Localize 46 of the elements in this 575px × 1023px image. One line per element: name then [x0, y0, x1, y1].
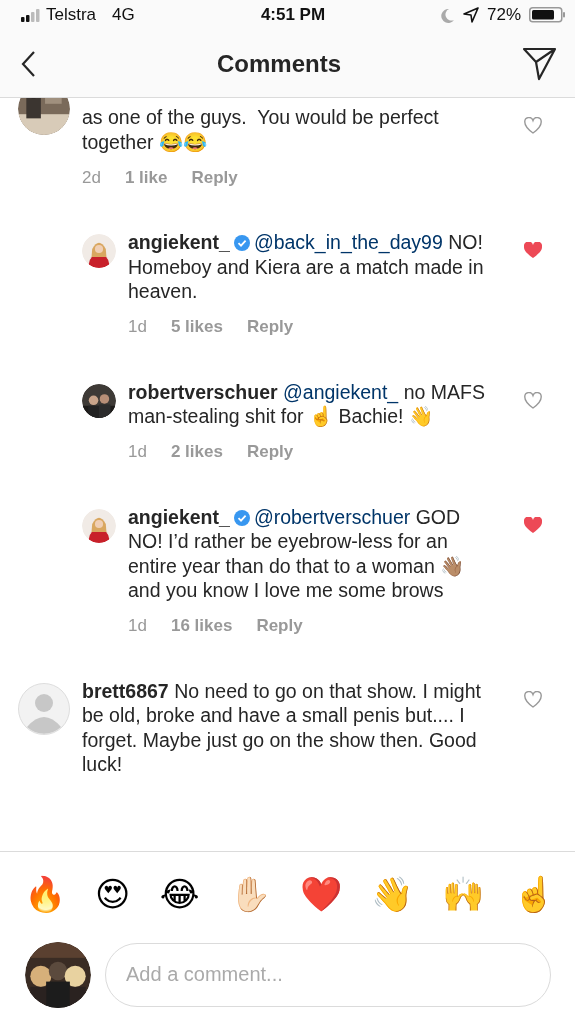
send-button[interactable]	[522, 45, 557, 82]
timestamp: 2d	[82, 166, 101, 189]
reply-link[interactable]: Reply	[256, 614, 303, 639]
emoji-button[interactable]: ☝	[512, 877, 555, 911]
emoji-button[interactable]: 🔥	[24, 877, 66, 911]
comment-input[interactable]: Add a comment...	[105, 942, 551, 1007]
send-icon	[522, 45, 557, 82]
username-link[interactable]: angiekent_	[128, 505, 230, 528]
network-type: 4G	[112, 5, 135, 25]
timestamp: 1d	[128, 441, 147, 464]
back-button[interactable]	[20, 49, 36, 78]
emoji-button[interactable]: 🙌	[441, 877, 484, 911]
emoji-button[interactable]: 😂	[159, 877, 200, 911]
likes-count[interactable]: 1 like	[124, 165, 168, 191]
mention-link[interactable]: @angiekent_	[283, 380, 399, 403]
emoji-button[interactable]: 👋	[370, 877, 413, 911]
timestamp: 1d	[128, 316, 147, 339]
username-link[interactable]: brett6867	[82, 679, 169, 702]
timestamp: 1d	[128, 615, 147, 638]
battery-icon	[529, 7, 565, 23]
username-link[interactable]: robertverschuer	[128, 380, 278, 403]
signal-icon	[21, 8, 40, 22]
username-link[interactable]: angiekent_	[128, 231, 230, 253]
comment-text: as one of the guys. You would be perfect together 😂😂	[82, 105, 440, 154]
moon-icon	[439, 7, 455, 23]
reply-link[interactable]: Reply	[246, 440, 294, 465]
emoji-button[interactable]: ❤	[299, 877, 342, 911]
reply-link[interactable]: Reply	[246, 315, 294, 340]
likes-count[interactable]: 16 likes	[170, 614, 233, 639]
battery-percent: 72%	[486, 5, 521, 25]
comment-text: brett6867 No need to go on that show. I might be old, broke and have a small penis but.... I forget. Maybe just go on the show then. Good luck!	[82, 678, 482, 777]
likes-count[interactable]: 2 likes	[170, 440, 223, 465]
likes-count[interactable]: 5 likes	[170, 315, 223, 340]
comment-text: angiekent_ @robertverschuer GOD NO! I’d rather be eyebrow-less for an entire year than do that to a woman 👋🏽 and you know I love me some brows	[128, 504, 466, 603]
clock: 4:51 PM	[260, 5, 326, 25]
emoji-button[interactable]: 😍	[95, 877, 131, 911]
comment-text: angiekent_ @back_in_the_day99 NO! Homeboy and Kiera are a match made in heaven.	[128, 230, 485, 304]
location-arrow-icon	[462, 7, 479, 23]
reply-link[interactable]: Reply	[191, 165, 238, 191]
mention-link[interactable]: @back_in_the_day99	[253, 231, 443, 253]
avatar-placeholder-icon	[18, 682, 70, 735]
page-title: Comments	[217, 49, 341, 78]
emoji-button[interactable]: ✋🏻	[228, 877, 271, 911]
carrier-name: Telstra	[46, 5, 97, 25]
mention-link[interactable]: @robertverschuer	[253, 505, 411, 528]
comment-text: robertverschuer @angiekent_ no MAFS man-stealing shit for ☝ Bachie! 👋	[128, 379, 486, 429]
